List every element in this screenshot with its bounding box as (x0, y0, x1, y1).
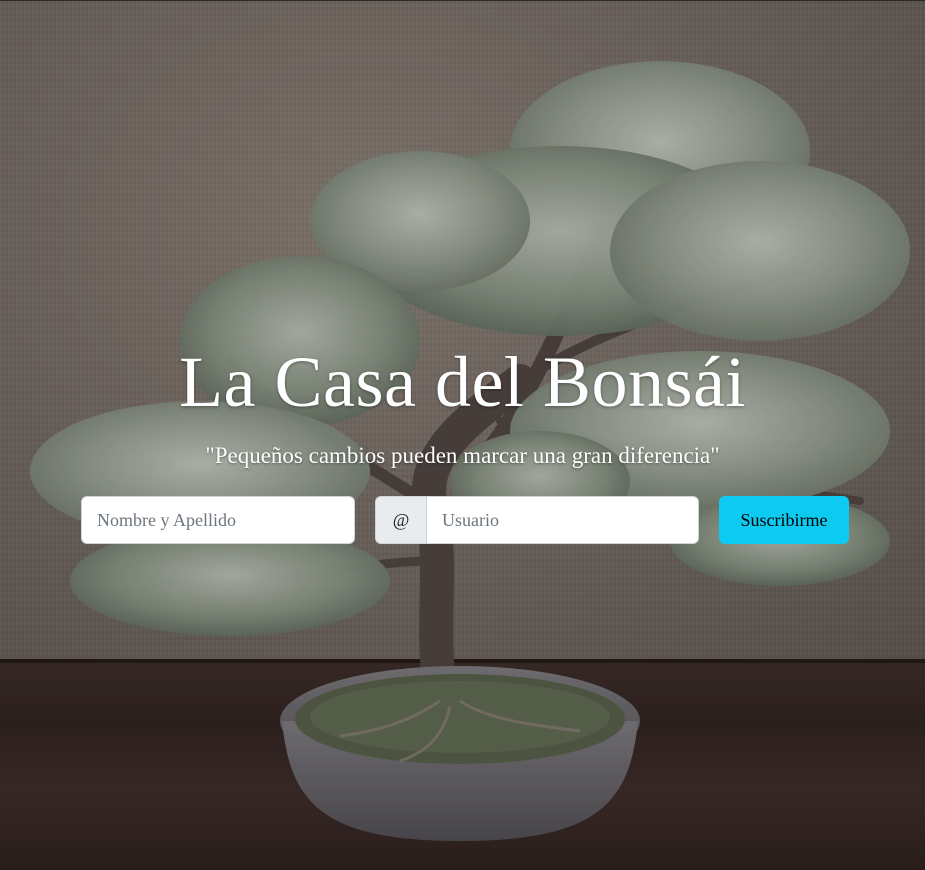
hero-overlay (0, 1, 925, 870)
subscribe-button[interactable]: Suscribirme (719, 496, 849, 544)
full-name-input[interactable] (81, 496, 355, 544)
subscribe-form: @ Suscribirme (81, 496, 849, 544)
hero-section: La Casa del Bonsái "Pequeños cambios pue… (0, 0, 925, 870)
username-input[interactable] (426, 496, 699, 544)
at-symbol-addon: @ (375, 496, 426, 544)
username-input-group: @ (375, 496, 699, 544)
tagline: "Pequeños cambios pueden marcar una gran… (205, 443, 720, 468)
page-title: La Casa del Bonsái (179, 342, 746, 422)
